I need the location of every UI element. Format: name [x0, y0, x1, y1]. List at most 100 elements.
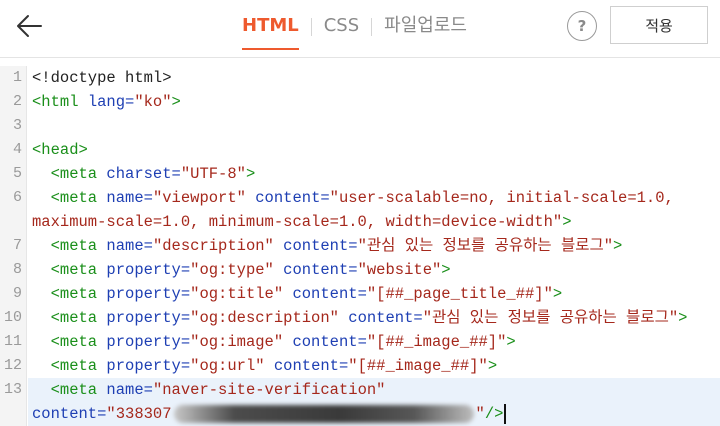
text-cursor [504, 403, 506, 424]
code-token: "og:image" [190, 333, 284, 351]
line-number: 9 [12, 285, 22, 302]
code-token: > [487, 357, 498, 375]
code-token: > [552, 285, 563, 303]
code-text: <meta property="og:description" content=… [32, 306, 688, 330]
code-line[interactable]: 12 <meta property="og:url" content="[##_… [0, 354, 720, 378]
code-line[interactable]: 2 <html lang="ko"> [0, 90, 720, 114]
code-token: content= [283, 285, 367, 303]
code-token: "ko" [134, 93, 172, 111]
code-token: property= [106, 285, 191, 303]
code-token: property= [106, 309, 191, 327]
code-token: > [562, 213, 572, 231]
question-mark-icon: ? [577, 17, 587, 35]
code-text: <meta name="viewport" content="user-scal… [32, 186, 674, 210]
code-token: property= [106, 333, 191, 351]
editor-toolbar: HTML CSS 파일업로드 ? 적용 [0, 0, 720, 58]
code-text: <meta property="og:type" content="websit… [32, 258, 451, 282]
code-token: content= [338, 309, 423, 327]
back-button[interactable] [10, 8, 48, 44]
code-token: "338307 [106, 405, 172, 423]
line-number: 1 [12, 69, 22, 86]
code-token: content= [273, 261, 358, 279]
code-token: name= [106, 381, 153, 399]
code-token: > [613, 237, 623, 255]
code-token: property= [106, 357, 191, 375]
line-number: 4 [12, 141, 22, 158]
code-token: /> [484, 405, 504, 423]
tab-divider [310, 18, 312, 36]
code-text: maximum-scale=1.0, minimum-scale=1.0, wi… [32, 210, 572, 234]
editor-tabs: HTML CSS 파일업로드 [242, 0, 467, 58]
code-token: > [506, 333, 516, 351]
code-token: name= [106, 237, 153, 255]
code-line[interactable]: 4 <head> [0, 138, 720, 162]
code-text: content="338307 "/> [32, 402, 506, 426]
apply-button[interactable]: 적용 [610, 6, 708, 44]
code-token: <html [32, 93, 88, 111]
line-number: 2 [12, 93, 22, 110]
tab-file-upload[interactable]: 파일업로드 [384, 0, 467, 58]
code-token: "og:title" [190, 285, 284, 303]
code-token: <meta [32, 357, 107, 375]
line-number: 6 [12, 189, 22, 206]
code-token: "[##_image_##]" [366, 333, 507, 351]
code-token: <meta [32, 237, 107, 255]
code-token: "[##_image_##]" [348, 357, 488, 375]
code-line[interactable]: content="338307 "/> [0, 402, 720, 426]
code-text: <head> [32, 138, 88, 162]
code-token: > [245, 165, 256, 183]
code-token: name= [106, 189, 153, 207]
code-token: <!doctype html> [32, 69, 172, 87]
code-line[interactable]: 8 <meta property="og:type" content="webs… [0, 258, 720, 282]
code-line[interactable]: 11 <meta property="og:image" content="[#… [0, 330, 720, 354]
code-line[interactable]: maximum-scale=1.0, minimum-scale=1.0, wi… [0, 210, 720, 234]
code-editor[interactable]: 1 <!doctype html> 2 <html lang="ko"> 3 4 <head… [0, 66, 720, 426]
code-token: content= [273, 237, 358, 255]
code-token: content= [283, 333, 367, 351]
line-number: 8 [12, 261, 22, 278]
code-line[interactable]: 6 <meta name="viewport" content="user-sc… [0, 186, 720, 210]
code-token: charset= [106, 165, 181, 183]
code-line[interactable]: 9 <meta property="og:title" content="[##… [0, 282, 720, 306]
code-token: "naver-site-verification" [152, 381, 386, 399]
code-token: <head> [32, 141, 88, 159]
code-text: <meta name="naver-site-verification" [32, 378, 386, 402]
redacted-blur [173, 404, 474, 423]
code-token: "UTF-8" [180, 165, 246, 183]
line-number: 12 [3, 357, 22, 374]
code-token: lang= [87, 93, 135, 111]
code-token: > [678, 309, 688, 327]
tab-divider [371, 18, 373, 36]
code-token: > [171, 93, 181, 111]
code-text: <meta property="og:title" content="[##_p… [32, 282, 563, 306]
code-text: <!doctype html> [32, 66, 172, 90]
code-token: <meta [32, 189, 107, 207]
code-token: "website" [357, 261, 442, 279]
code-token: <meta [32, 333, 107, 351]
code-line[interactable]: 10 <meta property="og:description" conte… [0, 306, 720, 330]
code-token: "관심 있는 정보를 공유하는 블로그" [422, 309, 679, 327]
help-button[interactable]: ? [567, 11, 597, 41]
code-token: <meta [32, 285, 107, 303]
code-token: "og:description" [190, 309, 339, 327]
tab-html[interactable]: HTML [242, 0, 299, 58]
code-line[interactable]: 1 <!doctype html> [0, 66, 720, 90]
code-text: <meta property="og:image" content="[##_i… [32, 330, 516, 354]
code-token: "description" [152, 237, 274, 255]
code-token: content= [32, 405, 107, 423]
back-arrow-icon [17, 15, 42, 37]
code-line[interactable]: 3 [0, 114, 720, 138]
code-token: property= [106, 261, 191, 279]
code-line[interactable]: 5 <meta charset="UTF-8"> [0, 162, 720, 186]
code-token: maximum-scale=1.0, minimum-scale=1.0, wi… [32, 213, 563, 231]
code-token: "viewport" [152, 189, 246, 207]
code-token: "[##_page_title_##]" [366, 285, 553, 303]
code-token: <meta [32, 381, 107, 399]
code-text: <meta name="description" content="관심 있는 … [32, 234, 623, 258]
line-number: 11 [3, 333, 22, 350]
code-line[interactable]: 13 <meta name="naver-site-verification" [0, 378, 720, 402]
code-token: content= [245, 189, 330, 207]
tab-css[interactable]: CSS [324, 0, 359, 58]
code-line[interactable]: 7 <meta name="description" content="관심 있… [0, 234, 720, 258]
code-token: > [441, 261, 451, 279]
